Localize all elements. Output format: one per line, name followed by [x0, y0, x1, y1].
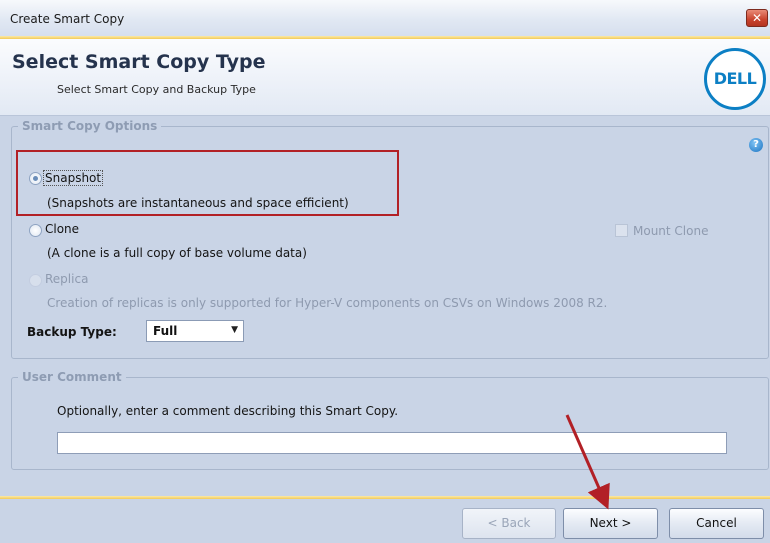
- next-button[interactable]: Next >: [563, 508, 658, 539]
- cancel-button[interactable]: Cancel: [669, 508, 764, 539]
- replica-label: Replica: [45, 272, 89, 286]
- backup-type-value: Full: [153, 324, 178, 338]
- user-comment-group: User Comment: [11, 370, 769, 470]
- mount-clone-label: Mount Clone: [633, 224, 709, 238]
- replica-radio[interactable]: [29, 274, 42, 287]
- backup-type-label: Backup Type:: [27, 325, 117, 339]
- smart-copy-options-legend: Smart Copy Options: [22, 119, 158, 133]
- page-subtitle: Select Smart Copy and Backup Type: [57, 83, 256, 96]
- chevron-down-icon: ▼: [231, 325, 238, 335]
- title-bar[interactable]: Create Smart Copy ✕: [0, 0, 770, 37]
- backup-type-dropdown[interactable]: Full ▼: [146, 320, 244, 342]
- comment-input[interactable]: [57, 432, 727, 454]
- user-comment-legend: User Comment: [22, 370, 122, 384]
- window-title: Create Smart Copy: [10, 12, 125, 26]
- highlight-box: [16, 150, 399, 216]
- clone-description: (A clone is a full copy of base volume d…: [47, 246, 307, 260]
- help-icon[interactable]: ?: [749, 138, 763, 152]
- clone-label[interactable]: Clone: [45, 222, 79, 236]
- close-icon[interactable]: ✕: [746, 9, 768, 27]
- footer-accent-line: [0, 496, 770, 499]
- create-smart-copy-dialog: Create Smart Copy ✕ Select Smart Copy Ty…: [0, 0, 770, 543]
- replica-description: Creation of replicas is only supported f…: [47, 296, 608, 310]
- dell-logo: DELL: [704, 48, 766, 110]
- comment-prompt: Optionally, enter a comment describing t…: [57, 404, 399, 418]
- wizard-header: Select Smart Copy Type Select Smart Copy…: [0, 39, 770, 116]
- mount-clone-checkbox[interactable]: [615, 224, 628, 237]
- back-button[interactable]: < Back: [462, 508, 556, 539]
- clone-radio[interactable]: [29, 224, 42, 237]
- page-title: Select Smart Copy Type: [12, 51, 266, 73]
